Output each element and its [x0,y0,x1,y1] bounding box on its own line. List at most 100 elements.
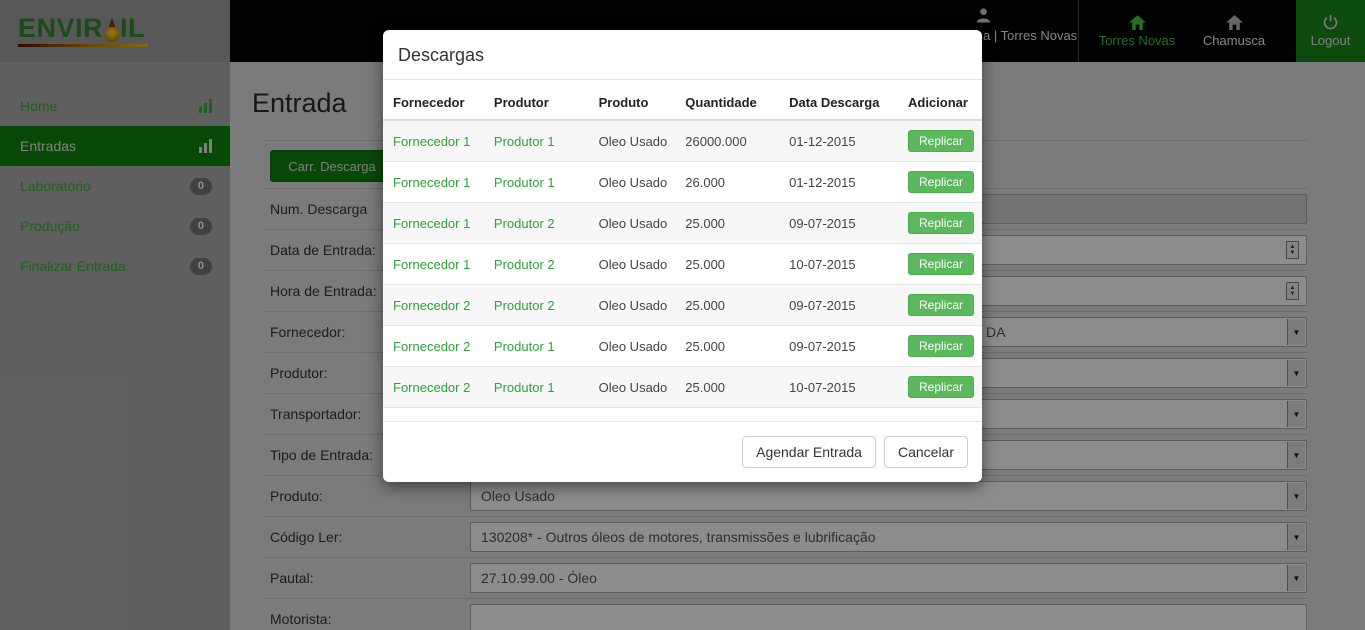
quantidade-cell-cell-wrap: 26.000 [675,162,779,203]
fornecedor-link-cell-wrap: Fornecedor 1 [383,244,484,285]
col-header-produto: Produto [589,86,676,120]
table-row: Fornecedor 1 Produtor 1 Oleo Usado 26.000 01… [383,162,982,203]
produtor-link-cell-wrap: Produtor 2 [484,203,589,244]
data-descarga-cell-cell-wrap: 10-07-2015 [779,244,898,285]
cancelar-button[interactable]: Cancelar [884,436,968,468]
data-descarga-cell-cell-wrap: 09-07-2015 [779,326,898,367]
produtor-link[interactable]: Produtor 1 [494,339,555,354]
quantidade-cell: 26000.000 [685,134,746,149]
quantidade-cell-cell-wrap: 25.000 [675,367,779,408]
produtor-link-cell-wrap: Produtor 1 [484,120,589,162]
col-header-fornecedor: Fornecedor [383,86,484,120]
modal-footer: Agendar Entrada Cancelar [383,421,982,482]
produto-cell: Oleo Usado [599,134,668,149]
quantidade-cell: 25.000 [685,339,725,354]
replicar-button-cell-wrap: Replicar [898,162,982,203]
table-row: Fornecedor 2 Produtor 1 Oleo Usado 25.000 09… [383,326,982,367]
replicar-button-cell-wrap: Replicar [898,203,982,244]
produto-cell-cell-wrap: Oleo Usado [589,120,676,162]
replicar-button[interactable]: Replicar [908,376,974,398]
modal-header: Descargas [383,30,982,80]
produto-cell: Oleo Usado [599,175,668,190]
table-header-row: Fornecedor Produtor Produto Quantidade D… [383,86,982,120]
produto-cell-cell-wrap: Oleo Usado [589,285,676,326]
replicar-button-cell-wrap: Replicar [898,326,982,367]
produtor-link-cell-wrap: Produtor 1 [484,326,589,367]
data-descarga-cell-cell-wrap: 01-12-2015 [779,162,898,203]
data-descarga-cell: 09-07-2015 [789,216,856,231]
quantidade-cell: 25.000 [685,257,725,272]
produto-cell: Oleo Usado [599,216,668,231]
replicar-button-cell-wrap: Replicar [898,244,982,285]
data-descarga-cell: 09-07-2015 [789,298,856,313]
produtor-link[interactable]: Produtor 2 [494,257,555,272]
replicar-button-cell-wrap: Replicar [898,120,982,162]
fornecedor-link[interactable]: Fornecedor 1 [393,257,470,272]
fornecedor-link[interactable]: Fornecedor 2 [393,339,470,354]
produto-cell: Oleo Usado [599,257,668,272]
produto-cell-cell-wrap: Oleo Usado [589,367,676,408]
produtor-link[interactable]: Produtor 2 [494,298,555,313]
quantidade-cell-cell-wrap: 25.000 [675,203,779,244]
fornecedor-link-cell-wrap: Fornecedor 1 [383,203,484,244]
produtor-link-cell-wrap: Produtor 1 [484,367,589,408]
fornecedor-link-cell-wrap: Fornecedor 2 [383,326,484,367]
table-row: Fornecedor 1 Produtor 2 Oleo Usado 25.000 10… [383,244,982,285]
data-descarga-cell-cell-wrap: 09-07-2015 [779,203,898,244]
col-header-adicionar: Adicionar [898,86,982,120]
data-descarga-cell-cell-wrap: 01-12-2015 [779,120,898,162]
produto-cell-cell-wrap: Oleo Usado [589,162,676,203]
quantidade-cell-cell-wrap: 26000.000 [675,120,779,162]
agendar-entrada-button[interactable]: Agendar Entrada [742,436,876,468]
fornecedor-link-cell-wrap: Fornecedor 1 [383,162,484,203]
produto-cell: Oleo Usado [599,380,668,395]
data-descarga-cell-cell-wrap: 10-07-2015 [779,367,898,408]
fornecedor-link-cell-wrap: Fornecedor 2 [383,367,484,408]
data-descarga-cell-cell-wrap: 09-07-2015 [779,285,898,326]
fornecedor-link[interactable]: Fornecedor 1 [393,216,470,231]
table-row: Fornecedor 2 Produtor 1 Oleo Usado 25.000 10… [383,367,982,408]
fornecedor-link[interactable]: Fornecedor 1 [393,134,470,149]
table-row: Fornecedor 2 Produtor 2 Oleo Usado 25.000 09… [383,285,982,326]
modal-title: Descargas [398,45,484,65]
fornecedor-link[interactable]: Fornecedor 2 [393,380,470,395]
quantidade-cell-cell-wrap: 25.000 [675,326,779,367]
table-row: Fornecedor 1 Produtor 2 Oleo Usado 25.000 09… [383,203,982,244]
produto-cell: Oleo Usado [599,298,668,313]
replicar-button[interactable]: Replicar [908,171,974,193]
col-header-data-descarga: Data Descarga [779,86,898,120]
replicar-button[interactable]: Replicar [908,130,974,152]
data-descarga-cell: 01-12-2015 [789,175,856,190]
fornecedor-link[interactable]: Fornecedor 1 [393,175,470,190]
fornecedor-link-cell-wrap: Fornecedor 1 [383,120,484,162]
quantidade-cell: 25.000 [685,216,725,231]
app-window: ENVIR IL a | Torres Novas Torres Novas C… [0,0,1365,630]
quantidade-cell: 26.000 [685,175,725,190]
replicar-button[interactable]: Replicar [908,212,974,234]
quantidade-cell: 25.000 [685,298,725,313]
replicar-button[interactable]: Replicar [908,335,974,357]
produtor-link-cell-wrap: Produtor 1 [484,162,589,203]
produtor-link[interactable]: Produtor 2 [494,216,555,231]
replicar-button-cell-wrap: Replicar [898,367,982,408]
descargas-table: Fornecedor Produtor Produto Quantidade D… [383,86,982,408]
modal-body: Fornecedor Produtor Produto Quantidade D… [383,80,982,421]
descargas-modal: Descargas Fornecedor Produtor Produto Qu… [383,30,982,482]
replicar-button[interactable]: Replicar [908,294,974,316]
produtor-link[interactable]: Produtor 1 [494,134,555,149]
produto-cell: Oleo Usado [599,339,668,354]
col-header-produtor: Produtor [484,86,589,120]
produtor-link[interactable]: Produtor 1 [494,380,555,395]
replicar-button[interactable]: Replicar [908,253,974,275]
quantidade-cell: 25.000 [685,380,725,395]
produto-cell-cell-wrap: Oleo Usado [589,326,676,367]
produtor-link-cell-wrap: Produtor 2 [484,244,589,285]
quantidade-cell-cell-wrap: 25.000 [675,244,779,285]
data-descarga-cell: 09-07-2015 [789,339,856,354]
col-header-quantidade: Quantidade [675,86,779,120]
table-row: Fornecedor 1 Produtor 1 Oleo Usado 26000.00… [383,120,982,162]
fornecedor-link[interactable]: Fornecedor 2 [393,298,470,313]
quantidade-cell-cell-wrap: 25.000 [675,285,779,326]
produtor-link[interactable]: Produtor 1 [494,175,555,190]
replicar-button-cell-wrap: Replicar [898,285,982,326]
